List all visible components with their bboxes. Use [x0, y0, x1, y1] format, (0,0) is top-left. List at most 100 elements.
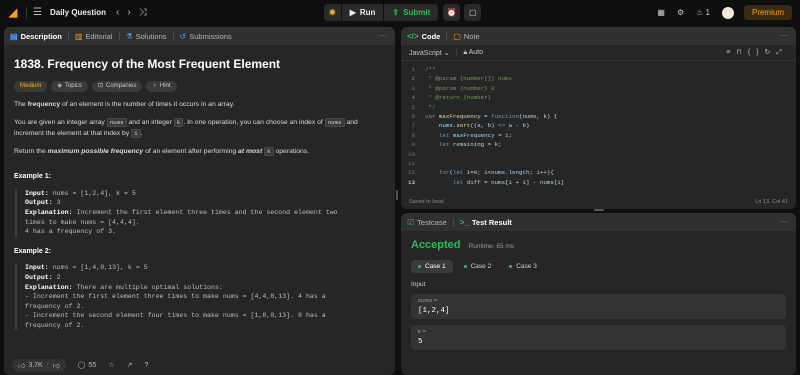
more-options-icon[interactable]: ···: [780, 31, 788, 40]
next-problem-icon[interactable]: ›: [127, 7, 130, 18]
tab-testcase[interactable]: ☑ Testcase: [407, 218, 447, 227]
horizontal-resize-handle[interactable]: [594, 209, 604, 211]
code-brackets-icon: </>: [407, 31, 419, 41]
problem-list-title[interactable]: Daily Question: [50, 8, 106, 17]
code-line[interactable]: 7 nums.sort((a, b) => a - b): [401, 121, 796, 130]
code-line[interactable]: 6 var maxFrequency = function(nums, k) {: [401, 112, 796, 121]
lock-icon: ⊡: [97, 82, 104, 89]
tab-editorial[interactable]: ▥ Editorial: [75, 32, 113, 41]
code-line[interactable]: 10: [401, 150, 796, 159]
code-editor[interactable]: 1/** 2 * @param {number[]} nums 3 * @param…: [401, 61, 796, 191]
code-panel: </> Code ▢ Note ··· JavaScript ⌄ | 🔒︎ Auto…: [401, 27, 796, 209]
user-toolbar: ▦ ⚙ ♨ 1 Premium: [645, 4, 792, 21]
variable-value: 5: [418, 338, 423, 346]
explanation-line: Increment the first element three times …: [76, 208, 338, 216]
topics-chip[interactable]: ◈ Topics: [51, 80, 88, 92]
line-number: 9: [411, 141, 415, 149]
timer-button[interactable]: ⏰: [443, 4, 461, 21]
explanation-line: times to make nums = [4,4,4].: [25, 218, 140, 226]
cursor-position: Ln 13, Col 41: [755, 199, 788, 205]
line-number: 4: [411, 94, 415, 102]
editor-actions: ≡⊓{}↻⤢: [726, 48, 788, 57]
layout-grid-icon[interactable]: ▦: [657, 8, 665, 17]
run-button[interactable]: ▶ Run: [341, 4, 385, 21]
settings-gear-icon[interactable]: ⚙: [677, 8, 684, 17]
tab-description[interactable]: ▤ Description: [10, 32, 62, 41]
auto-mode-toggle[interactable]: 🔒︎ Auto: [463, 49, 483, 57]
expand-icon[interactable]: ⤢: [776, 49, 788, 56]
prev-problem-icon[interactable]: ‹: [116, 7, 119, 18]
vertical-resize-handle[interactable]: [396, 190, 398, 200]
debug-button[interactable]: ✹: [324, 4, 342, 21]
variable-value: [1,2,4]: [418, 307, 450, 315]
like-button[interactable]: 👍︎ 3.7K | 👎︎: [12, 358, 66, 372]
explanation-line: - Increment the second element four time…: [25, 312, 326, 320]
code-line[interactable]: 1 /**: [401, 65, 796, 74]
tab-note[interactable]: ▢ Note: [453, 32, 479, 41]
comments-button[interactable]: ◯ 55: [78, 361, 97, 370]
line-number: 10: [408, 150, 415, 158]
code-line[interactable]: 9 let remaining = k;: [401, 140, 796, 149]
tab-solutions-label: Solutions: [135, 31, 167, 41]
text: operations.: [273, 148, 310, 156]
example-input: nums = [1,2,4], k = 5: [52, 189, 136, 197]
line-number: 3: [411, 84, 415, 92]
notes-button[interactable]: ▢: [464, 4, 482, 21]
help-button[interactable]: ?: [144, 362, 148, 369]
thumbs-down-icon[interactable]: 👎︎: [53, 361, 60, 370]
variable-name: k =: [418, 329, 426, 335]
case-3-tab[interactable]: Case 3: [502, 260, 544, 273]
tab-solutions[interactable]: ⚗ Solutions: [126, 32, 167, 41]
fire-streak-icon[interactable]: ♨ 1: [696, 8, 710, 17]
code-line[interactable]: 5 */: [401, 103, 796, 112]
description-tab-bar: ▤ Description ▥ Editorial ⚗ Solutions ↺ Subm…: [4, 27, 395, 45]
share-button[interactable]: ↗: [127, 361, 133, 369]
flask-icon: ⚗: [125, 31, 133, 41]
case-label: Case 1: [425, 263, 446, 270]
more-options-icon[interactable]: ···: [379, 31, 387, 40]
case-2-tab[interactable]: Case 2: [457, 260, 499, 273]
code-line[interactable]: 2 * @param {number[]} nums: [401, 74, 796, 83]
hint-chip[interactable]: ♁ Hint: [146, 80, 177, 92]
text: The: [14, 100, 28, 108]
code-line[interactable]: 3 * @param {number} k: [401, 84, 796, 93]
tab-divider: [172, 31, 174, 41]
favorite-button[interactable]: ☆: [108, 361, 114, 369]
shuffle-icon[interactable]: ⤨: [139, 7, 147, 18]
code-tab-bar: </> Code ▢ Note ···: [401, 27, 796, 45]
problem-title[interactable]: 1838. Frequency of the Most Frequent Ele…: [14, 55, 385, 74]
code-line[interactable]: 11: [401, 159, 796, 168]
tab-test-result[interactable]: >_ Test Result: [460, 218, 512, 227]
leetcode-logo-icon[interactable]: ◢: [6, 6, 20, 20]
line-number: 2: [411, 75, 415, 83]
submit-button[interactable]: ⇪ Submit: [384, 4, 440, 21]
note-icon: ▢: [468, 8, 477, 17]
bookmark-icon[interactable]: ⊓: [736, 49, 747, 56]
tab-code[interactable]: </> Code: [407, 32, 440, 41]
problem-list-icon[interactable]: ☰: [33, 7, 42, 18]
code-line[interactable]: 13 let diff = nums[i + 1] - nums[i]: [401, 178, 796, 187]
pass-dot-icon: [509, 265, 513, 268]
code-text: nums.sort((a, b) => a - b): [438, 122, 530, 130]
braces-icon[interactable]: {}: [748, 49, 765, 56]
hint-label: Hint: [159, 82, 171, 89]
text: You are given an integer array: [14, 119, 107, 127]
tag-icon: ◈: [57, 82, 62, 89]
line-number: 1: [411, 66, 415, 73]
case-1-tab[interactable]: Case 1: [411, 260, 453, 273]
tab-submissions[interactable]: ↺ Submissions: [180, 32, 232, 41]
line-number: 6: [411, 113, 415, 121]
code-line[interactable]: 4 * @return {number}: [401, 93, 796, 102]
text: Return the: [14, 148, 48, 156]
user-avatar[interactable]: [721, 6, 734, 19]
submit-label: Submit: [403, 8, 431, 17]
more-options-icon[interactable]: ···: [780, 217, 788, 226]
reset-icon[interactable]: ↻: [765, 49, 777, 56]
companies-chip[interactable]: ⊡ Companies: [91, 80, 143, 92]
format-icon[interactable]: ≡: [726, 49, 736, 56]
code-line[interactable]: 8 let maxFrequency = 1;: [401, 131, 796, 140]
language-select[interactable]: JavaScript ⌄: [409, 49, 450, 57]
premium-button[interactable]: Premium: [743, 5, 792, 20]
document-icon: ▤: [10, 31, 18, 41]
code-line[interactable]: 12 for(let i=0; i<nums.length; i++){: [401, 168, 796, 177]
